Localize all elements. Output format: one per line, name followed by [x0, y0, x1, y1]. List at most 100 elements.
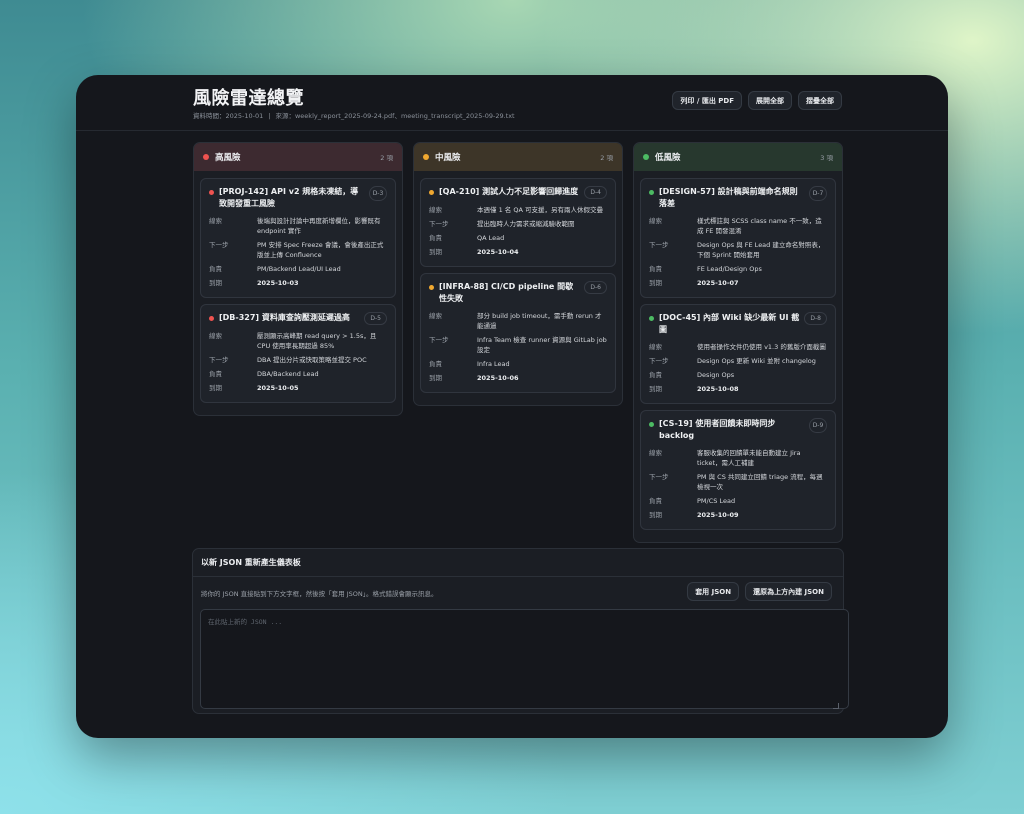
column-count: 2 項	[380, 154, 393, 162]
field-label-owner: 負責	[429, 360, 442, 368]
risk-card-title: [CS-19] 使用者回饋未即時同步 backlog	[659, 419, 776, 440]
field-value-owner: FE Lead/Design Ops	[697, 265, 762, 273]
risk-card[interactable]: [PROJ-142] API v2 規格未凍結，導致開發重工風險 D-3 線索 後…	[200, 178, 396, 298]
column-low-risk: 低風險 3 項 [DESIGN-57] 設計稿與前端命名規則落差 D-7 線索 樣…	[633, 142, 843, 543]
json-panel-title: 以新 JSON 重新產生儀表板	[193, 549, 843, 577]
resize-grip-icon[interactable]	[833, 703, 839, 709]
field-label-next: 下一步	[649, 241, 669, 249]
column-title: 中風險	[435, 153, 461, 163]
risk-card-title: [PROJ-142] API v2 規格未凍結，導致開發重工風險	[219, 187, 359, 208]
status-dot-icon	[423, 154, 429, 160]
expand-all-button[interactable]: 展開全部	[748, 91, 792, 110]
field-value-clue: 部分 build job timeout，需手動 rerun 才能通過	[477, 312, 602, 330]
print-export-pdf-button[interactable]: 列印 / 匯出 PDF	[672, 91, 742, 110]
risk-card-title: [QA-210] 測試人力不足影響回歸進度	[439, 187, 579, 196]
column-header-high-risk[interactable]: 高風險 2 項	[194, 143, 402, 171]
field-label-clue: 線索	[649, 343, 662, 351]
field-label-owner: 負責	[649, 265, 662, 273]
risk-card[interactable]: [DOC-45] 內部 Wiki 缺少最新 UI 截圖 D-8 線索 使用者操作文…	[640, 304, 836, 404]
field-value-clue: 使用者操作文件仍使用 v1.3 的舊版介面截圖	[697, 343, 826, 351]
field-label-due: 到期	[429, 374, 442, 382]
risk-card[interactable]: [DESIGN-57] 設計稿與前端命名規則落差 D-7 線索 樣式標註與 SCS…	[640, 178, 836, 298]
field-label-next: 下一步	[649, 473, 669, 481]
days-left-badge: D-6	[584, 281, 607, 294]
field-label-clue: 線索	[209, 217, 222, 225]
column-header-low-risk[interactable]: 低風險 3 項	[634, 143, 842, 171]
field-label-next: 下一步	[429, 336, 449, 344]
collapse-all-button[interactable]: 摺疊全部	[798, 91, 842, 110]
data-date: 資料時間：2025-10-01	[193, 112, 264, 120]
field-value-due: 2025-10-03	[257, 279, 299, 287]
days-left-badge: D-3	[369, 186, 387, 201]
status-dot-icon	[203, 154, 209, 160]
field-value-clue: 本週僅 1 名 QA 可支援，另有兩人休假交疊	[477, 206, 603, 214]
field-label-owner: 負責	[649, 371, 662, 379]
field-value-clue: 後端與設計討論中再度新增欄位，影響既有 endpoint 實作	[257, 217, 381, 235]
field-value-next: DBA 提出分片或快取策略並提交 POC	[257, 356, 367, 364]
field-label-next: 下一步	[649, 357, 669, 365]
column-count: 2 項	[600, 154, 613, 162]
field-value-owner: Infra Lead	[477, 360, 510, 368]
field-label-clue: 線索	[209, 332, 222, 340]
field-label-clue: 線索	[649, 449, 662, 457]
page-title: 風險雷達總覽	[193, 88, 304, 109]
status-dot-icon	[649, 316, 654, 321]
json-regenerate-panel: 以新 JSON 重新產生儀表板 將你的 JSON 直接貼到下方文字框，然後按「套…	[192, 548, 849, 714]
days-left-badge: D-7	[809, 186, 827, 201]
header-actions: 列印 / 匯出 PDF 展開全部 摺疊全部	[672, 91, 842, 110]
restore-builtin-json-button[interactable]: 還原為上方內建 JSON	[745, 582, 832, 601]
days-left-badge: D-8	[804, 312, 827, 325]
field-label-clue: 線索	[429, 206, 442, 214]
dashboard-window: 風險雷達總覽 資料時間：2025-10-01 | 來源：weekly_report_…	[76, 75, 948, 738]
status-dot-icon	[209, 190, 214, 195]
field-value-owner: QA Lead	[477, 234, 505, 242]
status-dot-icon	[649, 190, 654, 195]
days-left-badge: D-4	[584, 186, 607, 199]
field-label-clue: 線索	[649, 217, 662, 225]
field-label-owner: 負責	[429, 234, 442, 242]
field-label-due: 到期	[649, 279, 662, 287]
field-value-owner: PM/CS Lead	[697, 497, 736, 505]
json-panel-description: 將你的 JSON 直接貼到下方文字框，然後按「套用 JSON」。格式錯誤會顯示訊…	[201, 590, 438, 598]
column-title: 低風險	[655, 153, 681, 163]
field-value-next: Design Ops 更新 Wiki 並附 changelog	[697, 357, 816, 365]
field-value-due: 2025-10-06	[477, 374, 519, 382]
risk-card[interactable]: [CS-19] 使用者回饋未即時同步 backlog D-9 線索 客服收集的回饋…	[640, 410, 836, 530]
field-value-owner: Design Ops	[697, 371, 735, 379]
json-input-textarea[interactable]	[200, 609, 849, 709]
column-header-medium-risk[interactable]: 中風險 2 項	[414, 143, 622, 171]
column-high-risk: 高風險 2 項 [PROJ-142] API v2 規格未凍結，導致開發重工風險…	[193, 142, 403, 416]
field-value-clue: 樣式標註與 SCSS class name 不一致，造成 FE 開發混淆	[697, 217, 822, 235]
field-value-next: Infra Team 檢查 runner 資源與 GitLab job 設定	[477, 336, 607, 354]
field-label-due: 到期	[649, 385, 662, 393]
field-label-next: 下一步	[209, 241, 229, 249]
status-dot-icon	[643, 154, 649, 160]
page-subtitle: 資料時間：2025-10-01 | 來源：weekly_report_2025-09…	[193, 110, 515, 120]
risk-card-title: [DB-327] 資料庫查詢壓測延遲過高	[219, 313, 350, 322]
apply-json-button[interactable]: 套用 JSON	[687, 582, 740, 601]
risk-card[interactable]: [INFRA-88] CI/CD pipeline 間歇性失敗 D-6 線索 部分…	[420, 273, 616, 393]
risk-card[interactable]: [DB-327] 資料庫查詢壓測延遲過高 D-5 線索 壓測顯示高峰期 read …	[200, 304, 396, 403]
risk-card-title: [DOC-45] 內部 Wiki 缺少最新 UI 截圖	[659, 313, 800, 334]
field-value-due: 2025-10-07	[697, 279, 739, 287]
field-value-next: Design Ops 與 FE Lead 建立命名對照表，下個 Sprint 開…	[697, 241, 825, 259]
field-label-owner: 負責	[209, 370, 222, 378]
status-dot-icon	[649, 422, 654, 427]
risk-card[interactable]: [QA-210] 測試人力不足影響回歸進度 D-4 線索 本週僅 1 名 QA 可…	[420, 178, 616, 267]
field-value-clue: 壓測顯示高峰期 read query > 1.5s，且 CPU 使用率長期超過 …	[257, 332, 377, 350]
field-label-clue: 線索	[429, 312, 442, 320]
field-label-next: 下一步	[429, 220, 449, 228]
status-dot-icon	[429, 190, 434, 195]
field-label-due: 到期	[649, 511, 662, 519]
field-label-owner: 負責	[209, 265, 222, 273]
subtitle-separator: |	[268, 112, 271, 120]
field-label-due: 到期	[209, 279, 222, 287]
field-value-due: 2025-10-05	[257, 384, 299, 392]
field-label-due: 到期	[429, 248, 442, 256]
field-value-due: 2025-10-04	[477, 248, 519, 256]
field-value-next: PM 與 CS 共同建立回饋 triage 流程，每週檢視一次	[697, 473, 823, 491]
field-value-due: 2025-10-08	[697, 385, 739, 393]
risk-card-title: [DESIGN-57] 設計稿與前端命名規則落差	[659, 187, 798, 208]
field-value-next: PM 安排 Spec Freeze 會議，會後產出正式版並上傳 Confluen…	[257, 241, 384, 259]
days-left-badge: D-9	[809, 418, 827, 433]
